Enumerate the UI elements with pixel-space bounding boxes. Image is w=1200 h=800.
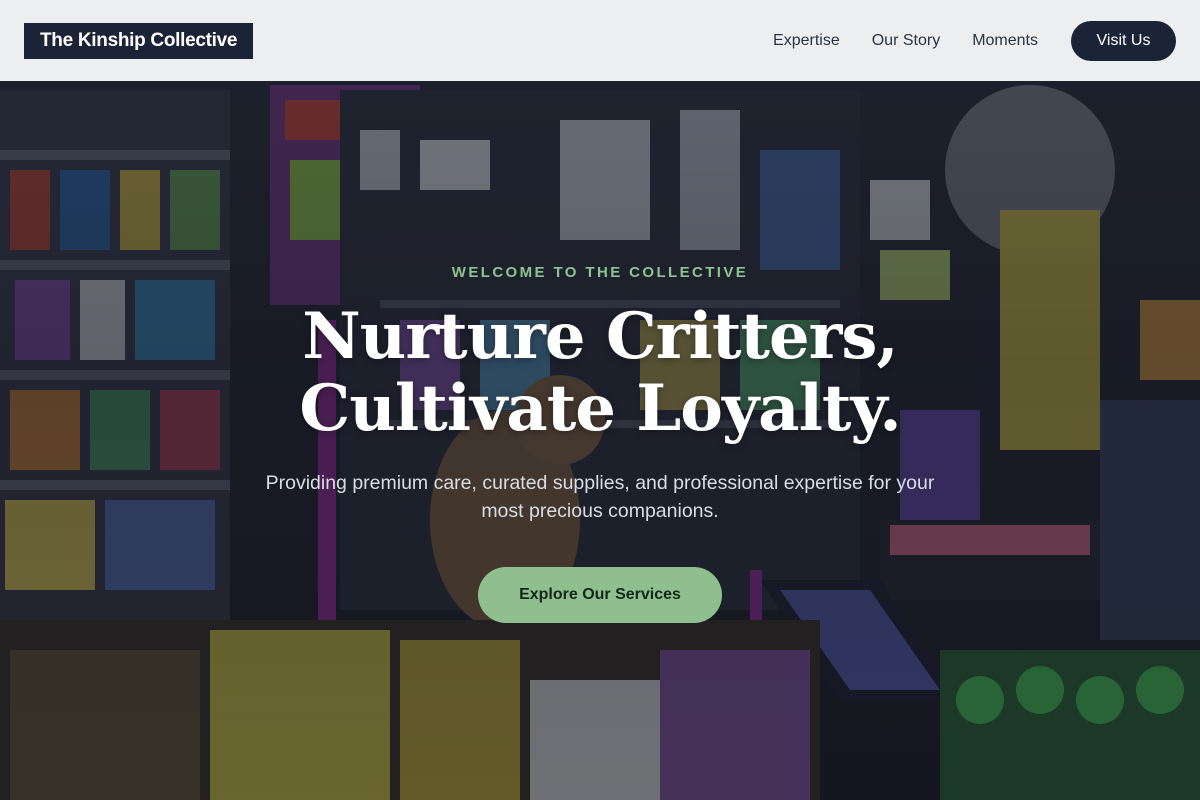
brand-logo[interactable]: The Kinship Collective	[24, 22, 254, 59]
brand-name: The Kinship Collective	[40, 29, 238, 51]
hero-section: WELCOME TO THE COLLECTIVE Nurture Critte…	[0, 81, 1200, 800]
nav-link-expertise[interactable]: Expertise	[773, 32, 840, 50]
visit-us-button[interactable]: Visit Us	[1071, 20, 1176, 61]
hero-eyebrow: WELCOME TO THE COLLECTIVE	[451, 264, 749, 281]
hero-headline: Nurture Critters, Cultivate Loyalty.	[299, 299, 901, 446]
nav-link-our-story[interactable]: Our Story	[872, 32, 940, 50]
site-header: The Kinship Collective Expertise Our Sto…	[0, 0, 1200, 81]
main-nav: Expertise Our Story Moments Visit Us	[773, 20, 1176, 61]
nav-link-moments[interactable]: Moments	[972, 32, 1038, 50]
explore-services-button[interactable]: Explore Our Services	[478, 567, 722, 623]
hero-subtext: Providing premium care, curated supplies…	[265, 472, 935, 522]
